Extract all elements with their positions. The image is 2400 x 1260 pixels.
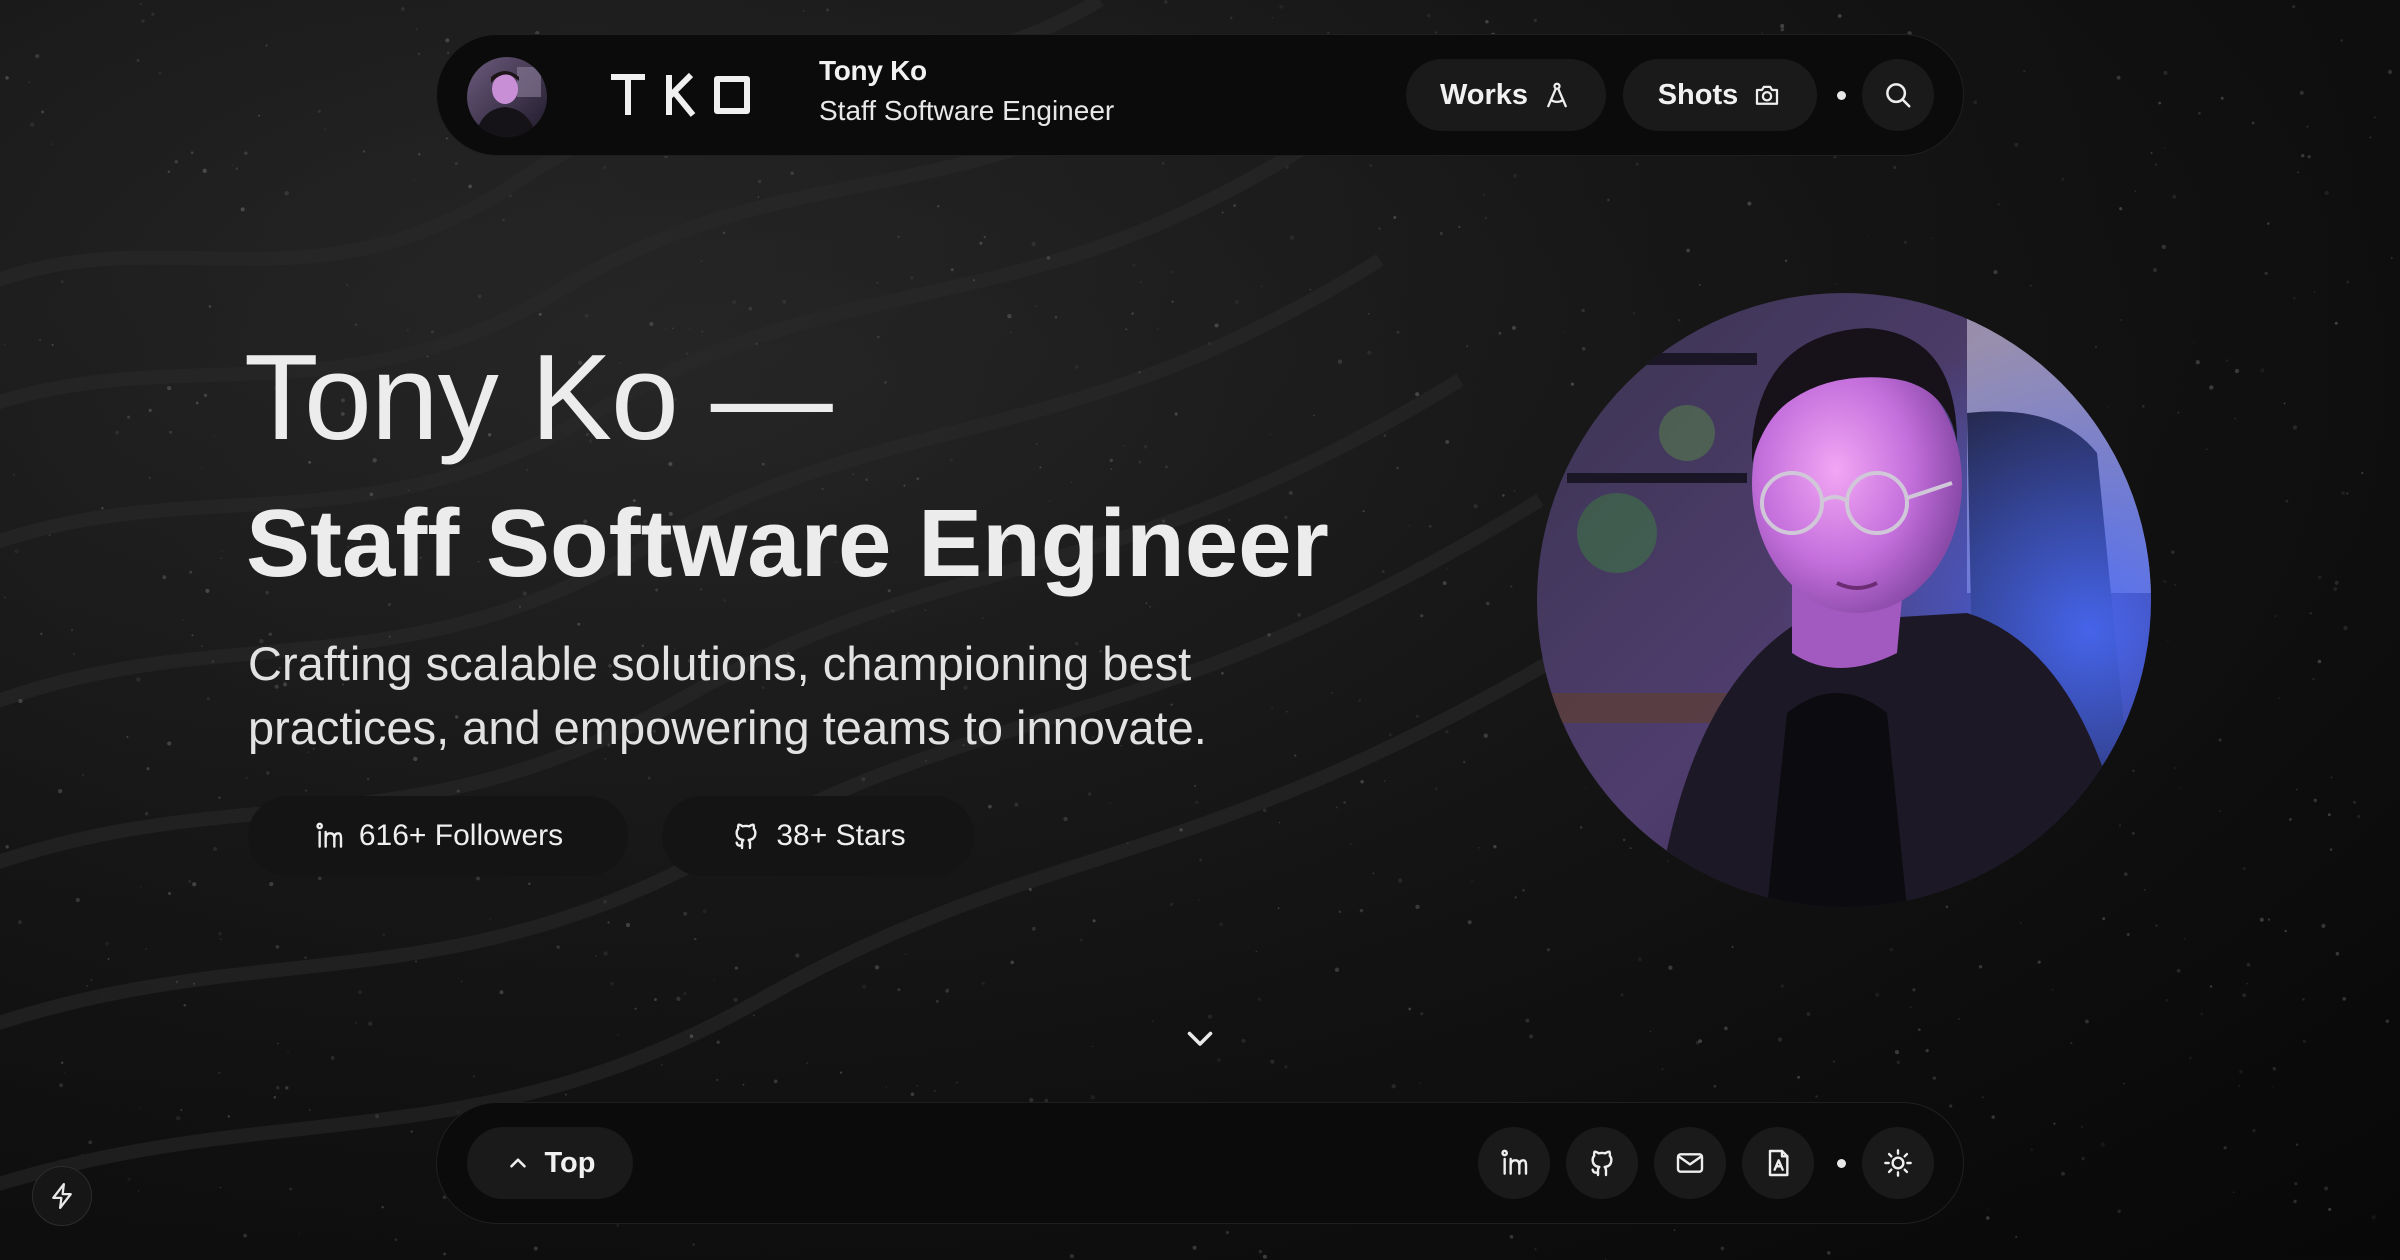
bottom-toolbar: Top <box>436 1102 1964 1224</box>
linkedin-followers-badge[interactable]: 616+ Followers <box>248 796 628 876</box>
resume-link[interactable] <box>1742 1127 1814 1199</box>
hero-title: Staff Software Engineer <box>246 490 1329 597</box>
search-icon <box>1883 80 1913 110</box>
linkedin-icon <box>1498 1147 1530 1179</box>
brand-role: Staff Software Engineer <box>819 95 1115 126</box>
lightning-button[interactable] <box>32 1166 92 1226</box>
nav-shots-button[interactable]: Shots <box>1623 59 1817 131</box>
theme-toggle-button[interactable] <box>1862 1127 1934 1199</box>
brand-name: Tony Ko <box>819 55 927 86</box>
nav-works-label: Works <box>1439 78 1529 111</box>
scroll-down-chevron-icon[interactable] <box>1182 1020 1218 1056</box>
nav-separator-dot <box>1837 91 1846 100</box>
avatar[interactable] <box>467 57 547 137</box>
github-icon <box>1586 1147 1618 1179</box>
linkedin-link[interactable] <box>1478 1127 1550 1199</box>
hero-tagline: Crafting scalable solutions, championing… <box>248 637 1207 754</box>
mail-icon <box>1674 1147 1706 1179</box>
github-icon <box>730 820 762 852</box>
hero-name: Tony Ko — <box>244 329 833 465</box>
sun-icon <box>1882 1147 1914 1179</box>
compass-icon <box>1542 80 1572 110</box>
github-link[interactable] <box>1566 1127 1638 1199</box>
camera-icon <box>1752 80 1782 110</box>
page: Tony Ko Staff Software Engineer Works Sh… <box>0 0 2400 1260</box>
back-to-top-label: Top <box>544 1146 596 1179</box>
back-to-top-button[interactable]: Top <box>467 1127 633 1199</box>
toolbar-separator-dot <box>1837 1159 1846 1168</box>
email-link[interactable] <box>1654 1127 1726 1199</box>
nav-works-button[interactable]: Works <box>1406 59 1606 131</box>
search-button[interactable] <box>1862 59 1934 131</box>
chevron-up-icon <box>505 1150 531 1176</box>
tko-logo[interactable] <box>609 71 755 121</box>
followers-count: 616+ Followers <box>358 819 564 852</box>
stars-count: 38+ Stars <box>776 819 906 852</box>
nav-shots-label: Shots <box>1657 78 1739 111</box>
profile-photo <box>1537 293 2151 907</box>
top-navigation-bar: Tony Ko Staff Software Engineer Works Sh… <box>436 34 1964 156</box>
lightning-icon <box>47 1181 77 1211</box>
github-stars-badge[interactable]: 38+ Stars <box>662 796 974 876</box>
resume-icon <box>1762 1147 1794 1179</box>
linkedin-icon <box>313 820 345 852</box>
